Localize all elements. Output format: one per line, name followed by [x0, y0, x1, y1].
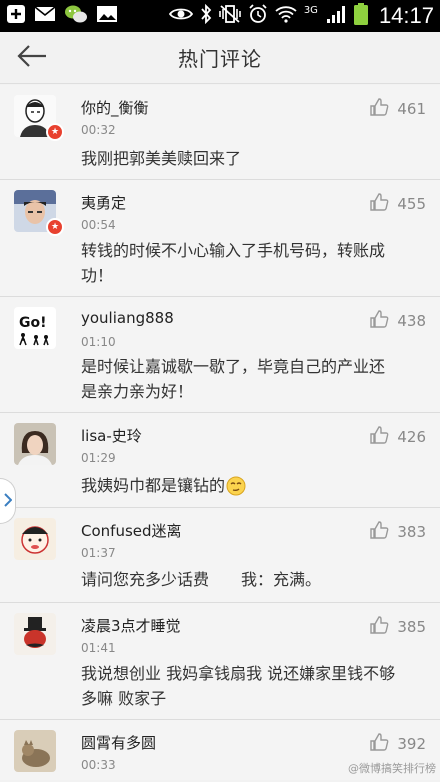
like-button[interactable]: 461 [369, 97, 426, 121]
avatar[interactable] [14, 613, 56, 655]
header-bar: 热门评论 [0, 32, 440, 84]
comment-text: 请问您充多少话费 我：充满。 [81, 570, 322, 589]
page-title: 热门评论 [178, 47, 262, 71]
like-count: 438 [397, 312, 426, 330]
comment-time: 01:10 [81, 335, 116, 349]
comment-time: 00:33 [81, 758, 116, 772]
plus-icon [6, 4, 26, 28]
thumbs-up-icon [369, 425, 389, 449]
comment-item: Go! youliang888 01:10 是时候让嘉诚歇一歇了，毕竟自己的产业… [0, 297, 440, 413]
comment-text: 转钱的时候不小心输入了手机号码，转账成 功！ [81, 241, 386, 285]
alarm-icon [248, 4, 268, 28]
mail-icon [34, 6, 56, 26]
smirk-emoji-icon [226, 476, 246, 496]
thumbs-up-icon [369, 97, 389, 121]
comment-text: 我姨妈巾都是镶钻的 [81, 473, 426, 498]
thumbs-up-icon [369, 520, 389, 544]
bluetooth-icon [200, 3, 212, 28]
avatar[interactable] [14, 730, 56, 772]
comment-text: 我刚把郭美美赎回来了 [81, 149, 242, 168]
comment-author[interactable]: 凌晨3点才睡觉 [81, 615, 181, 636]
comment-author[interactable]: lisa-史玲 [81, 425, 142, 446]
wifi-icon [275, 5, 297, 27]
arrow-left-icon [16, 44, 48, 72]
thumbs-up-icon [369, 732, 389, 756]
image-icon [96, 5, 118, 27]
comment-author[interactable]: 你的_衡衡 [81, 97, 149, 118]
comment-author[interactable]: 圆霄有多圆 [81, 732, 156, 753]
like-button[interactable]: 385 [369, 615, 426, 639]
comment-text: 是时候让嘉诚歇一歇了，毕竟自己的产业还 是亲力亲为好！ [81, 357, 386, 401]
like-count: 455 [397, 195, 426, 213]
comment-author[interactable]: 夷勇定 [81, 192, 126, 213]
comment-author[interactable]: Confused迷离 [81, 520, 182, 541]
comment-item: ★ 夷勇定 00:54 转钱的时候不小心输入了手机号码，转账成 功！ 455 [0, 180, 440, 297]
like-count: 392 [397, 735, 426, 753]
comment-text: 我说想创业 我妈拿钱扇我 说还嫌家里钱不够 多嘛 败家子 [81, 664, 396, 708]
chevron-right-icon [3, 492, 12, 511]
like-count: 383 [397, 523, 426, 541]
comment-time: 01:29 [81, 451, 116, 465]
comment-author[interactable]: youliang888 [81, 309, 174, 327]
verified-badge-icon: ★ [46, 123, 64, 141]
avatar[interactable] [14, 423, 56, 465]
like-button[interactable]: 392 [369, 732, 426, 756]
back-button[interactable] [14, 42, 50, 74]
comment-time: 00:32 [81, 123, 116, 137]
svg-text:Go!: Go! [19, 315, 47, 331]
clock: 14:17 [378, 3, 434, 28]
comment-time: 01:37 [81, 546, 116, 560]
status-bar: 3G 14:17 [0, 0, 440, 32]
thumbs-up-icon [369, 309, 389, 333]
avatar[interactable]: Go! [14, 307, 56, 349]
like-count: 385 [397, 618, 426, 636]
comment-list: ★ 你的_衡衡 00:32 我刚把郭美美赎回来了 461 ★ 夷勇定 00:54… [0, 85, 440, 780]
like-count: 426 [397, 428, 426, 446]
avatar[interactable] [14, 518, 56, 560]
thumbs-up-icon [369, 615, 389, 639]
comment-item: 凌晨3点才睡觉 01:41 我说想创业 我妈拿钱扇我 说还嫌家里钱不够 多嘛 败… [0, 603, 440, 720]
like-button[interactable]: 438 [369, 309, 426, 333]
thumbs-up-icon [369, 192, 389, 216]
eye-icon [168, 6, 193, 26]
watermark: @微博搞笑排行榜 [348, 762, 436, 775]
vibrate-icon [219, 4, 241, 28]
comment-item: Confused迷离 01:37 请问您充多少话费 我：充满。 383 [0, 508, 440, 603]
like-count: 461 [397, 100, 426, 118]
verified-badge-icon: ★ [46, 218, 64, 236]
comment-item: ★ 你的_衡衡 00:32 我刚把郭美美赎回来了 461 [0, 85, 440, 180]
comment-item: lisa-史玲 01:29 我姨妈巾都是镶钻的 426 [0, 413, 440, 508]
battery-icon [353, 3, 368, 29]
like-button[interactable]: 383 [369, 520, 426, 544]
network-type: 3G [303, 4, 318, 16]
comment-time: 00:54 [81, 218, 116, 232]
comment-time: 01:41 [81, 641, 116, 655]
like-button[interactable]: 426 [369, 425, 426, 449]
wechat-icon [64, 4, 88, 28]
signal-icon [325, 5, 347, 27]
like-button[interactable]: 455 [369, 192, 426, 216]
